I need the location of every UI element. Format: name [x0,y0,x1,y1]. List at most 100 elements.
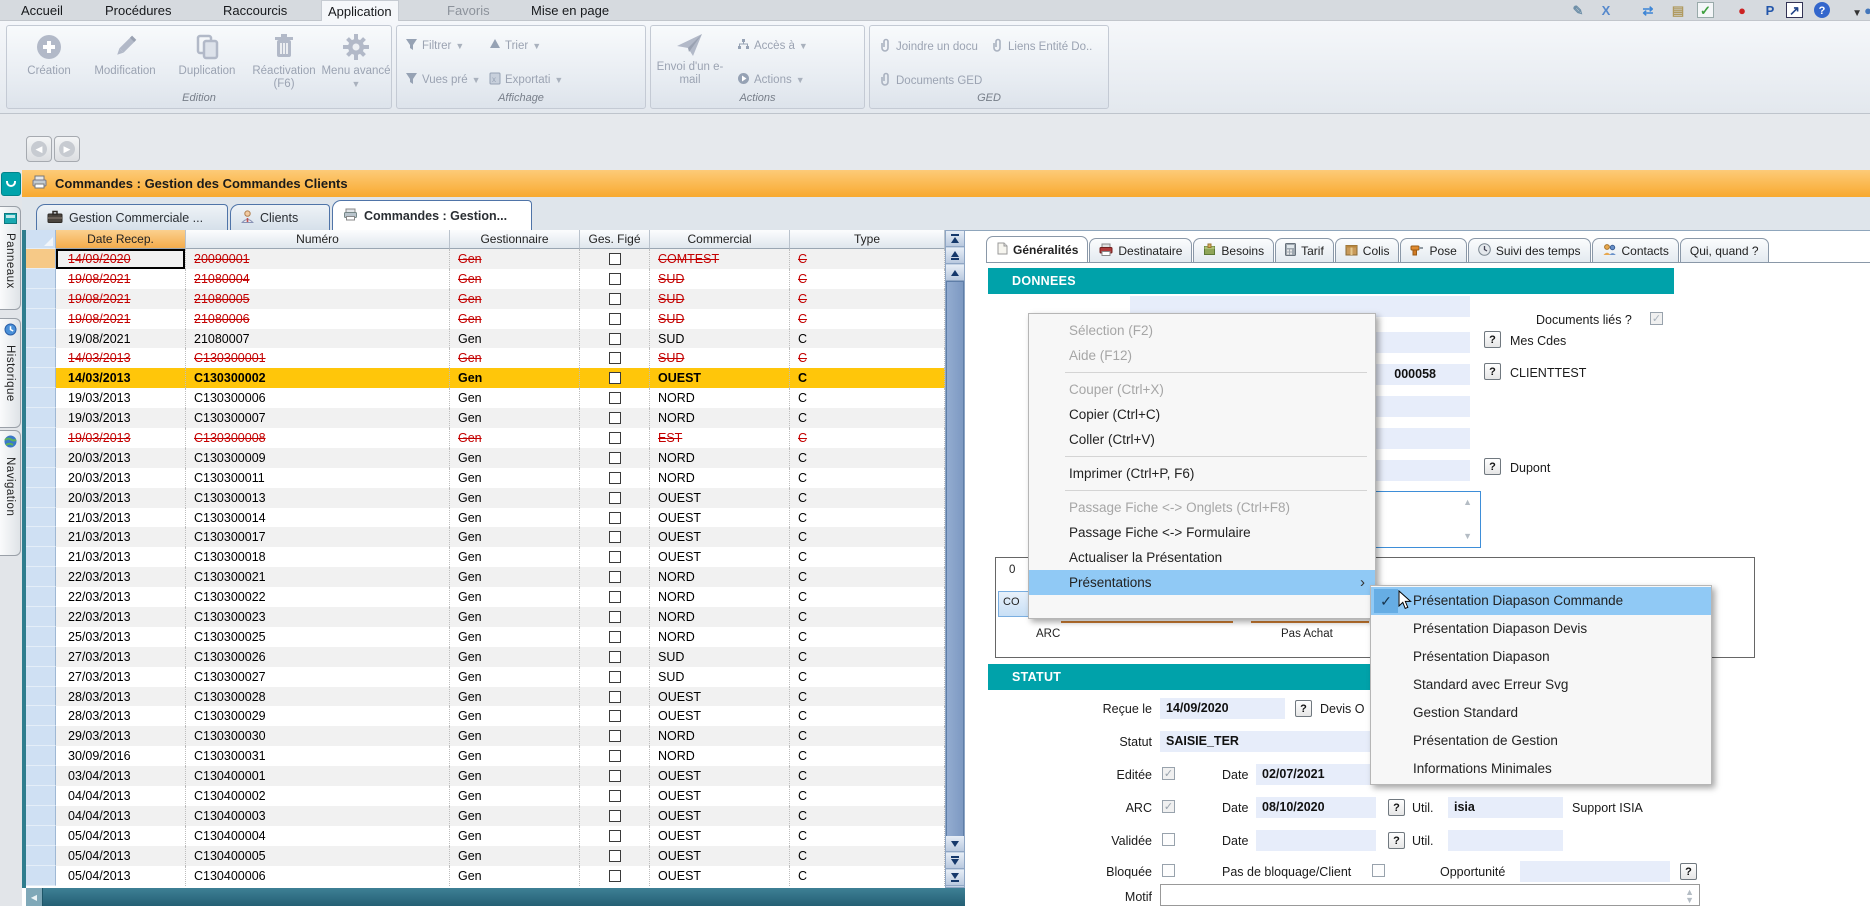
grid-cell[interactable]: C130300018 [186,547,450,567]
grid-cell[interactable]: 21080004 [186,269,450,289]
scroll-down-icon[interactable]: ▼ [1463,532,1472,541]
grid-cell[interactable]: Gen [450,269,580,289]
row-selector[interactable] [26,408,56,428]
vues-pre-button[interactable]: Vues pré▼ [405,72,481,88]
opportunite-field[interactable] [1520,861,1670,882]
grid-cell[interactable]: C130400001 [186,766,450,786]
validee-checkbox[interactable] [1162,833,1175,846]
grid-cell[interactable]: OUEST [650,806,790,826]
acces-a-button[interactable]: Accès à▼ [737,38,808,53]
grid-cell[interactable]: C [790,488,945,508]
grid-cell[interactable]: C [790,866,945,886]
grid-horizontal-scrollbar[interactable]: ◀ [26,888,965,906]
grid-row[interactable]: 19/08/202121080005GenSUDC [26,289,945,309]
grid-cell[interactable] [580,687,650,707]
grid-cell[interactable]: Gen [450,587,580,607]
grid-cell[interactable]: OUEST [650,368,790,388]
validee-util-field[interactable] [1448,830,1563,851]
grid-cell[interactable]: C130300026 [186,647,450,667]
grid-cell[interactable]: 21/03/2013 [56,508,186,528]
grid-cell[interactable]: C [790,368,945,388]
sidebar-tab-panneaux[interactable]: Panneaux [0,206,21,310]
grid-cell[interactable]: OUEST [650,508,790,528]
ges-fige-checkbox[interactable] [609,293,621,305]
ges-fige-checkbox[interactable] [609,571,621,583]
devis-lookup-button[interactable]: ? [1295,700,1312,717]
grid-cell[interactable]: NORD [650,587,790,607]
grid-cell[interactable]: C130300006 [186,388,450,408]
grid-cell[interactable]: OUEST [650,527,790,547]
grid-cell[interactable] [580,368,650,388]
grid-cell[interactable]: C130300008 [186,428,450,448]
grid-row[interactable]: 19/03/2013C130300007GenNORDC [26,408,945,428]
detail-tab-destinataire[interactable]: Destinataire [1089,238,1192,262]
titlebar-caret-icon[interactable]: ▼ [1852,8,1862,19]
grid-cell[interactable]: 25/03/2013 [56,627,186,647]
validee-date-field[interactable] [1256,830,1376,851]
row-selector[interactable] [26,726,56,746]
grid-cell[interactable]: SUD [650,289,790,309]
grid-cell[interactable]: Gen [450,289,580,309]
grid-cell[interactable]: 21/03/2013 [56,547,186,567]
ges-fige-checkbox[interactable] [609,651,621,663]
grid-cell[interactable]: Gen [450,547,580,567]
submenu-item-pr-sentation-de-gestion[interactable]: Présentation de Gestion [1371,727,1711,755]
context-menu-item-s-lection-f2-[interactable]: Sélection (F2) [1029,318,1375,343]
grid-cell[interactable]: 21/03/2013 [56,527,186,547]
grid-cell[interactable]: Gen [450,607,580,627]
row-selector[interactable] [26,547,56,567]
grid-cell[interactable]: Gen [450,388,580,408]
grid-row[interactable]: 05/04/2013C130400005GenOUESTC [26,846,945,866]
grid-cell[interactable]: C130300002 [186,368,450,388]
grid-cell[interactable]: 21080006 [186,309,450,329]
grid-cell[interactable]: Gen [450,567,580,587]
grid-cell[interactable]: C130300028 [186,687,450,707]
record-icon[interactable]: ● [1732,1,1752,20]
row-selector[interactable] [26,627,56,647]
row-selector[interactable] [26,766,56,786]
grid-cell[interactable]: C [790,766,945,786]
grid-cell[interactable] [580,746,650,766]
grid-cell[interactable]: C130300023 [186,607,450,627]
column-header-6[interactable]: Type [790,230,945,249]
dupont-lookup-button[interactable]: ? [1484,458,1501,475]
column-header-2[interactable]: Numéro [186,230,450,249]
grid-cell[interactable]: C [790,647,945,667]
grid-cell[interactable]: C [790,448,945,468]
ges-fige-checkbox[interactable] [609,531,621,543]
ges-fige-checkbox[interactable] [609,253,621,265]
grid-cell[interactable]: C [790,527,945,547]
ges-fige-checkbox[interactable] [609,710,621,722]
arc-util-lookup-button[interactable]: ? [1388,799,1405,816]
grid-cell[interactable]: Gen [450,687,580,707]
grid-cell[interactable] [580,647,650,667]
menu-item-mise-en-page[interactable]: Mise en page [525,0,615,21]
parking-icon[interactable]: P [1760,1,1780,20]
grid-cell[interactable] [580,547,650,567]
row-selector[interactable] [26,806,56,826]
grid-row[interactable]: 05/04/2013C130400004GenOUESTC [26,826,945,846]
bloquee-checkbox[interactable] [1162,864,1175,877]
grid-cell[interactable]: Gen [450,766,580,786]
grid-cell[interactable]: 19/03/2013 [56,388,186,408]
menu-avance-button[interactable]: Menu avancé ▼ [319,30,393,91]
row-selector[interactable] [26,667,56,687]
grid-cell[interactable]: C130300031 [186,746,450,766]
row-selector[interactable] [26,508,56,528]
grid-cell[interactable]: OUEST [650,547,790,567]
grid-cell[interactable]: C [790,408,945,428]
context-menu-item-couper-ctrl-x-[interactable]: Couper (Ctrl+X) [1029,377,1375,402]
submenu-item-pr-sentation-diapason-commande[interactable]: ✓Présentation Diapason Commande [1371,587,1711,615]
grid-cell[interactable]: 03/04/2013 [56,766,186,786]
document-tab-2[interactable]: Clients [230,204,330,230]
grid-cell[interactable]: C [790,428,945,448]
grid-cell[interactable]: NORD [650,627,790,647]
grid-cell[interactable]: 19/03/2013 [56,428,186,448]
grid-row[interactable]: 25/03/2013C130300025GenNORDC [26,627,945,647]
grid-corner-header[interactable] [26,230,56,249]
row-selector[interactable] [26,388,56,408]
row-selector[interactable] [26,348,56,368]
help-icon[interactable]: ? [1814,2,1830,18]
grid-cell[interactable] [580,607,650,627]
arc-checkbox[interactable] [1162,800,1175,813]
